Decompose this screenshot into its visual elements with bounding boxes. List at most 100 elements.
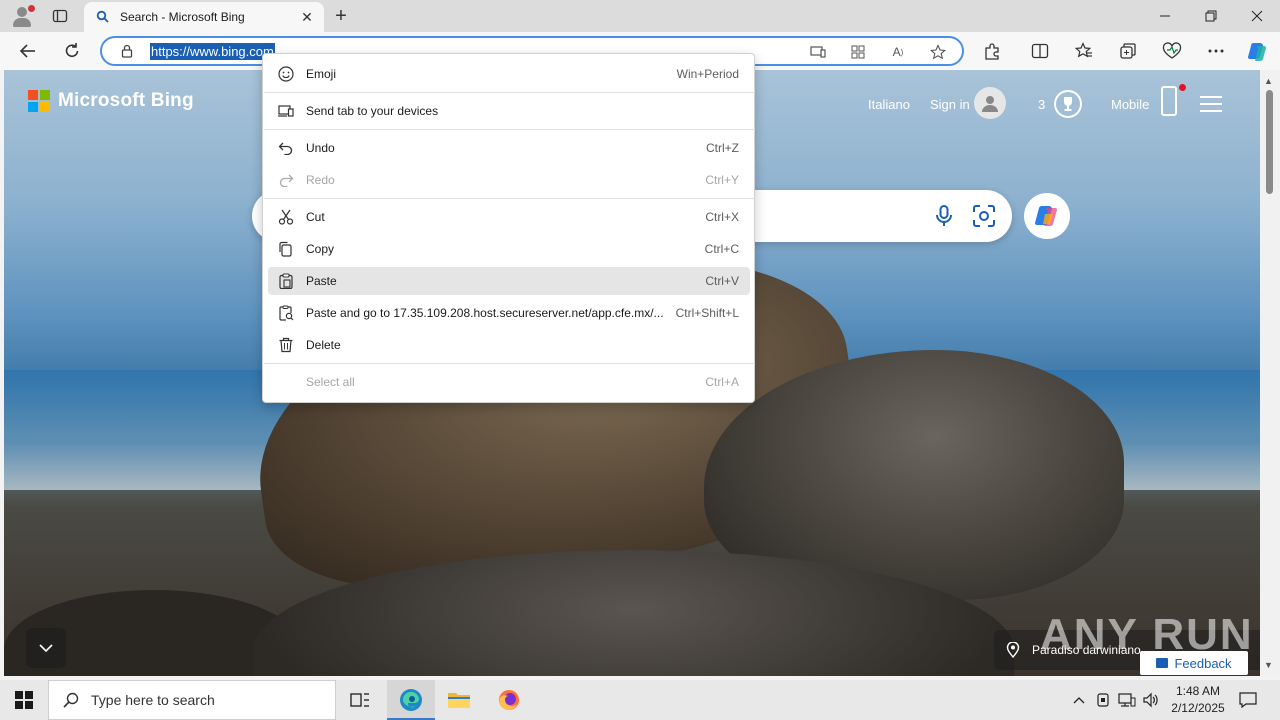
tab-title: Search - Microsoft Bing (120, 10, 245, 24)
visual-search-icon[interactable] (972, 204, 996, 228)
menu-item-undo[interactable]: Undo Ctrl+Z (268, 134, 750, 162)
expand-down-button[interactable] (26, 628, 66, 668)
microphone-icon[interactable] (932, 204, 956, 228)
menu-item-shortcut: Ctrl+A (705, 375, 739, 389)
brand-name: Microsoft Bing (58, 90, 194, 111)
menu-item-label: Select all (306, 375, 355, 389)
refresh-button[interactable] (58, 37, 86, 65)
scroll-thumb[interactable] (1266, 90, 1273, 194)
menu-item-label: Paste and go to 17.35.109.208.host.secur… (306, 306, 664, 320)
avatar-icon[interactable] (974, 87, 1006, 119)
mobile-link[interactable]: Mobile (1111, 97, 1149, 112)
menu-item-shortcut: Win+Period (676, 67, 739, 81)
menu-item-label: Redo (306, 173, 335, 187)
menu-item-label: Emoji (306, 67, 337, 81)
feedback-button[interactable]: Feedback (1140, 651, 1248, 675)
menu-item-label: Delete (306, 338, 341, 352)
more-menu-icon[interactable] (1202, 37, 1230, 65)
start-button[interactable] (0, 680, 48, 720)
browser-essentials-icon[interactable] (1158, 37, 1186, 65)
feedback-icon (1156, 658, 1169, 668)
menu-item-send-tab[interactable]: Send tab to your devices (268, 97, 750, 125)
close-tab-icon[interactable]: ✕ (296, 6, 318, 28)
mobile-phone-icon[interactable] (1161, 86, 1177, 116)
signin-link[interactable]: Sign in (930, 97, 970, 112)
menu-item-label: Copy (306, 242, 335, 256)
paste-go-icon (277, 304, 295, 322)
profile-icon[interactable] (10, 5, 35, 27)
taskbar-clock[interactable]: 1:48 AM 2/12/2025 (1160, 683, 1236, 717)
clock-time: 1:48 AM (1175, 684, 1221, 698)
windows-taskbar: Type here to search 1:48 AM 2/12/2025 (0, 680, 1280, 720)
address-url-text[interactable]: https://www.bing.com (150, 43, 275, 60)
minimize-button[interactable] (1142, 0, 1188, 32)
windows-logo-icon (15, 691, 33, 709)
read-aloud-icon[interactable]: A) (888, 43, 908, 61)
microsoft-logo-icon (28, 90, 50, 112)
firefox-icon[interactable] (485, 680, 533, 720)
restore-button[interactable] (1188, 0, 1234, 32)
tray-device-icon[interactable] (1094, 690, 1112, 710)
task-view-icon[interactable] (336, 680, 384, 720)
menu-item-shortcut: Ctrl+Shift+L (675, 306, 739, 320)
menu-item-shortcut: Ctrl+X (705, 210, 739, 224)
menu-item-redo: Redo Ctrl+Y (268, 166, 750, 194)
hamburger-menu-icon[interactable] (1200, 96, 1222, 112)
menu-item-shortcut: Ctrl+Y (705, 173, 739, 187)
split-screen-icon[interactable] (1026, 37, 1054, 65)
tab-actions-icon[interactable] (48, 6, 72, 26)
favorites-icon[interactable] (1070, 37, 1098, 65)
menu-item-copy[interactable]: Copy Ctrl+C (268, 235, 750, 263)
menu-item-paste[interactable]: Paste Ctrl+V (268, 267, 750, 295)
undo-icon (277, 139, 295, 157)
back-button[interactable] (14, 37, 42, 65)
extensions-icon[interactable] (978, 37, 1006, 65)
menu-separator (264, 363, 755, 364)
volume-icon[interactable] (1142, 690, 1160, 710)
apps-icon[interactable] (848, 43, 868, 61)
page-scrollbar[interactable]: ▲ ▼ (1260, 70, 1280, 676)
menu-item-select-all: Select all Ctrl+A (268, 368, 750, 396)
language-link[interactable]: Italiano (868, 97, 910, 112)
menu-item-paste-and-go[interactable]: Paste and go to 17.35.109.208.host.secur… (268, 299, 750, 327)
lock-icon[interactable] (120, 44, 134, 58)
copy-icon (277, 240, 295, 258)
tray-overflow-icon[interactable] (1070, 690, 1088, 710)
clock-date: 2/12/2025 (1171, 701, 1225, 715)
menu-separator (264, 92, 755, 93)
app-available-icon[interactable] (808, 43, 828, 61)
search-favicon-icon (96, 10, 109, 23)
copilot-button[interactable] (1024, 193, 1070, 239)
new-tab-button[interactable]: + (330, 5, 352, 27)
rewards-trophy-icon[interactable] (1054, 90, 1082, 118)
notification-dot (1179, 84, 1186, 91)
paste-icon (277, 272, 295, 290)
network-icon[interactable] (1118, 690, 1136, 710)
edge-taskbar-icon[interactable] (387, 680, 435, 720)
delete-icon (277, 336, 295, 354)
menu-item-emoji[interactable]: Emoji Win+Period (268, 60, 750, 88)
tab-bing[interactable]: Search - Microsoft Bing ✕ (84, 2, 324, 32)
menu-separator (264, 129, 755, 130)
menu-item-shortcut: Ctrl+V (705, 274, 739, 288)
location-pin-icon (1006, 642, 1020, 658)
file-explorer-icon[interactable] (435, 680, 483, 720)
devices-icon (277, 102, 295, 120)
scroll-up-icon[interactable]: ▲ (1264, 76, 1273, 86)
menu-item-label: Cut (306, 210, 325, 224)
menu-separator (264, 198, 755, 199)
menu-item-cut[interactable]: Cut Ctrl+X (268, 203, 750, 231)
taskbar-search-box[interactable]: Type here to search (48, 680, 336, 720)
close-window-button[interactable] (1234, 0, 1280, 32)
copilot-sidebar-icon[interactable] (1244, 37, 1272, 65)
collections-icon[interactable] (1114, 37, 1142, 65)
menu-item-delete[interactable]: Delete (268, 331, 750, 359)
rewards-count[interactable]: 3 (1038, 97, 1045, 112)
menu-item-shortcut: Ctrl+C (704, 242, 739, 256)
emoji-icon (277, 65, 295, 83)
bing-logo[interactable]: Microsoft Bing (28, 90, 194, 112)
scroll-down-icon[interactable]: ▼ (1264, 660, 1273, 670)
search-icon (63, 692, 79, 708)
favorite-star-icon[interactable] (928, 43, 948, 61)
notification-center-icon[interactable] (1236, 688, 1260, 712)
